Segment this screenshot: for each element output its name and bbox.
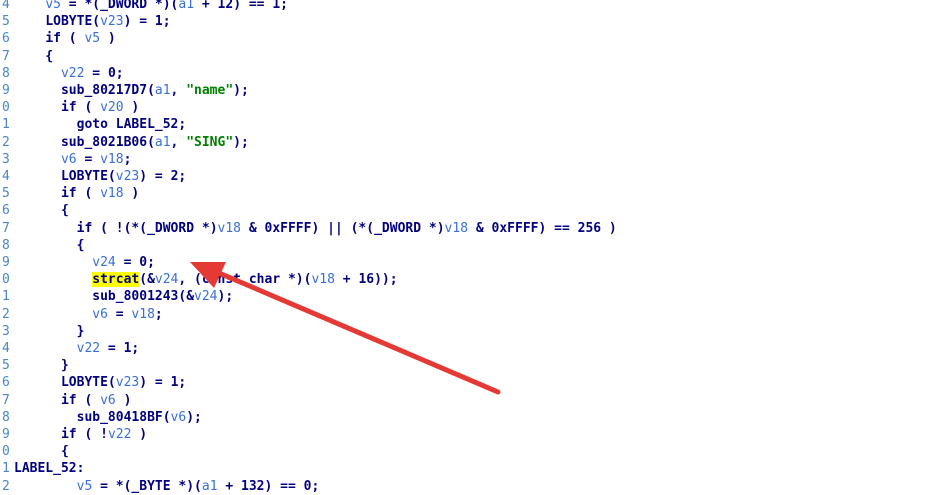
code-text: LABEL_52: — [14, 461, 85, 477]
code-text: sub_80217D7(a1, "name"); — [60, 83, 249, 98]
code-text: v24 = 0; — [92, 255, 155, 270]
line-number: 2 — [2, 478, 10, 494]
line-number: 6 — [2, 31, 10, 47]
code-text: } — [14, 358, 69, 374]
red-arrow-annotation — [190, 262, 501, 395]
code-text: v6 = v18; — [60, 151, 132, 167]
code-text: v6 = v18; — [92, 306, 163, 322]
line-number: 3 — [2, 151, 10, 167]
line-number: 5 — [2, 186, 10, 202]
line-number: 7 — [2, 48, 10, 64]
line-number: 9 — [2, 83, 10, 98]
code-text: { — [14, 237, 85, 253]
line-number: 2 — [2, 306, 10, 322]
line-number: 1 — [2, 117, 10, 133]
line-number: 4 — [2, 341, 10, 356]
code-text: LOBYTE(v23) = 1; — [45, 14, 171, 30]
code-text: sub_80418BF(v6); — [76, 409, 202, 425]
code-text: v22 = 0; — [60, 65, 124, 81]
code-text: if ( v20 ) — [60, 100, 140, 116]
line-number: 1 — [2, 461, 10, 477]
line-number: 0 — [2, 100, 10, 116]
code-text: LOBYTE(v23) = 1; — [60, 375, 187, 391]
line-number: 4 — [2, 0, 10, 12]
code-text: if ( v6 ) — [60, 392, 132, 408]
code-text: sub_8021B06(a1, "SING"); — [60, 134, 249, 150]
line-number: 5 — [2, 14, 10, 30]
line-number: 0 — [2, 272, 10, 288]
code-text: sub_8001243(&v24); — [92, 289, 234, 305]
code-text: { — [14, 444, 69, 460]
line-number: 4 — [2, 169, 10, 184]
code-text: } — [14, 323, 85, 339]
highlighted-strcat[interactable]: strcat — [92, 272, 140, 288]
code-text: if ( v18 ) — [60, 186, 140, 202]
line-number: 9 — [2, 255, 10, 270]
line-number: 0 — [2, 444, 10, 460]
code-text: if ( !(*(_DWORD *)v18 & 0xFFFF) || (*(_D… — [76, 220, 617, 236]
line-number: 1 — [2, 289, 10, 305]
line-number: 3 — [2, 323, 10, 339]
code-text: v5 = *(_DWORD *)(a1 + 12) == 1; — [45, 0, 288, 12]
code-text: if ( v5 ) — [45, 31, 116, 47]
code-text: { — [14, 203, 69, 219]
code-text: v5 = *(_BYTE *)(a1 + 132) == 0; — [76, 478, 320, 494]
code-text: strcat(&v24, (const char *)(v18 + 16)); — [92, 272, 398, 288]
line-number: 5 — [2, 358, 10, 374]
line-number: 8 — [2, 65, 10, 81]
code-text: goto LABEL_52; — [76, 117, 187, 133]
line-number: 6 — [2, 375, 10, 391]
code-text: LOBYTE(v23) = 2; — [60, 169, 187, 184]
line-number: 2 — [2, 134, 10, 150]
line-number: 8 — [2, 409, 10, 425]
line-number: 6 — [2, 203, 10, 219]
code-text: v22 = 1; — [76, 341, 140, 356]
line-number: 8 — [2, 237, 10, 253]
line-number: 7 — [2, 220, 10, 236]
code-text: { — [14, 48, 54, 64]
line-number: 7 — [2, 392, 10, 408]
